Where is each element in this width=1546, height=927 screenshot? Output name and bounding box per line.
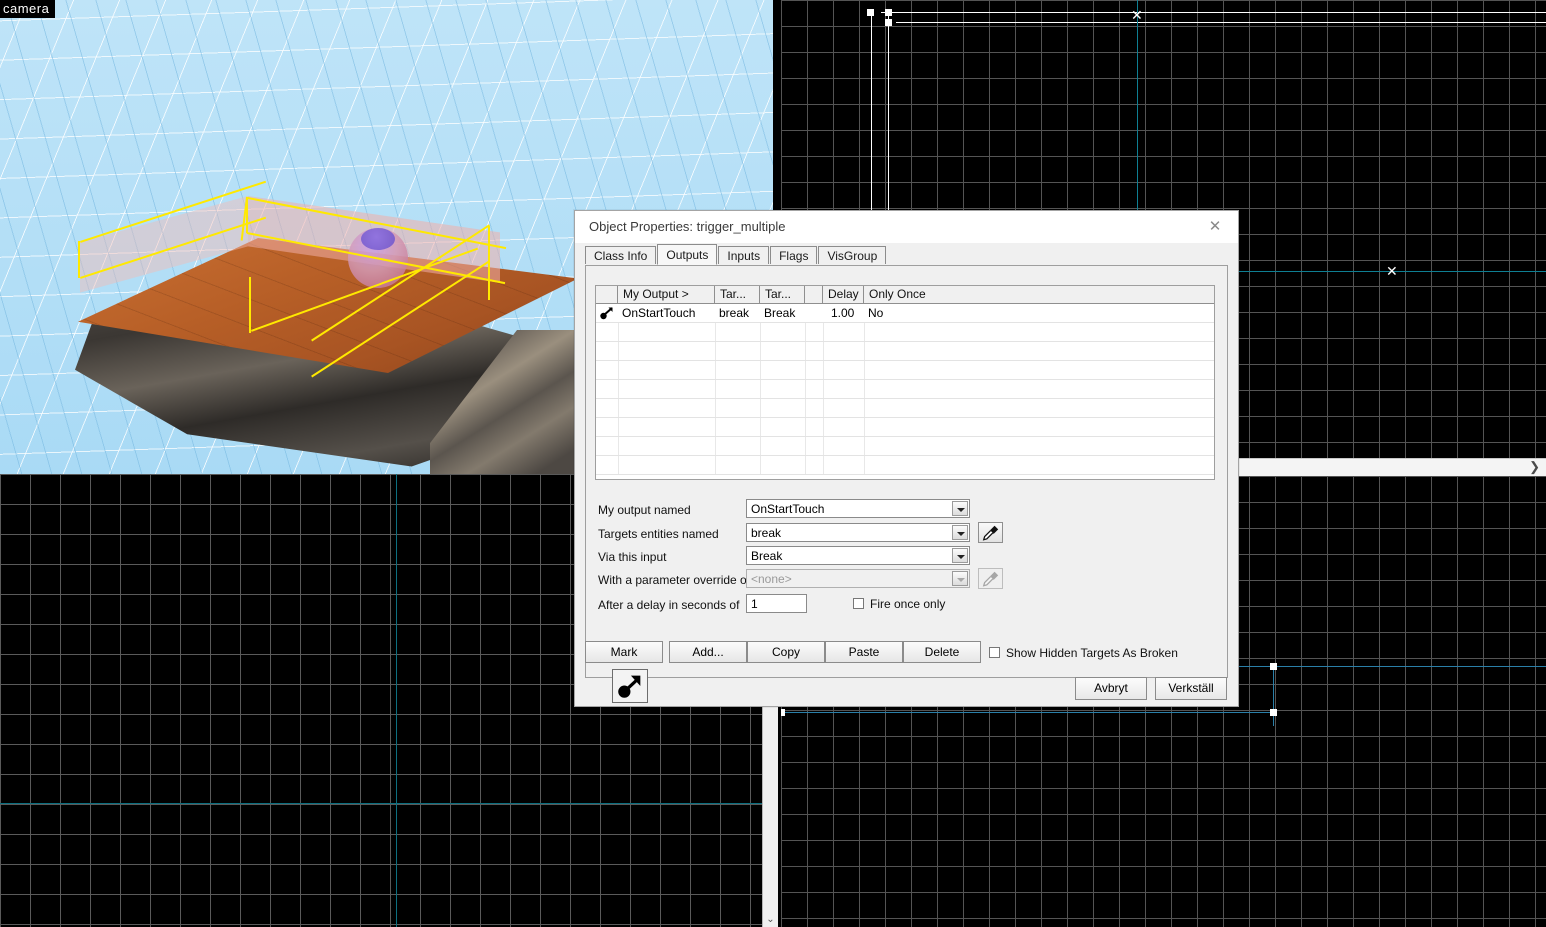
chevron-down-icon[interactable] xyxy=(952,525,968,540)
selection-line-side-bottom xyxy=(781,712,1273,713)
target-entity-value: break xyxy=(751,526,782,540)
table-row[interactable] xyxy=(596,323,1214,342)
tab-outputs[interactable]: Outputs xyxy=(657,244,718,265)
chevron-down-icon[interactable] xyxy=(952,548,968,563)
outputs-table[interactable]: My Output > Tar... Tar... Delay Only Onc… xyxy=(595,285,1215,480)
table-row[interactable] xyxy=(596,342,1214,361)
label-via-this-input: Via this input xyxy=(598,550,667,564)
parameter-override-select[interactable]: <none> xyxy=(746,569,970,588)
cell-my-output: OnStartTouch xyxy=(622,306,696,320)
tab-class-info[interactable]: Class Info xyxy=(585,246,657,264)
tab-visgroup[interactable]: VisGroup xyxy=(818,246,887,264)
target-input-select[interactable]: Break xyxy=(746,546,970,565)
connection-tool-button[interactable] xyxy=(612,669,648,703)
selection-handle[interactable] xyxy=(885,19,892,26)
selection-line-side-vertical xyxy=(1273,666,1274,726)
chevron-right-icon[interactable]: ❯ xyxy=(1529,459,1540,475)
table-row[interactable] xyxy=(596,437,1214,456)
outputs-table-header: My Output > Tar... Tar... Delay Only Onc… xyxy=(596,286,1214,304)
wire-edge-mid xyxy=(246,197,248,233)
parameter-override-value: <none> xyxy=(751,572,792,586)
wire-edge-far xyxy=(488,226,490,262)
target-entity-select[interactable]: break xyxy=(746,523,970,542)
column-header-delay[interactable]: Delay xyxy=(823,286,864,303)
tab-flags[interactable]: Flags xyxy=(770,246,818,264)
cell-target-entity: break xyxy=(719,306,750,320)
selection-line-horizontal-second xyxy=(896,22,1546,23)
column-header-my-output[interactable]: My Output > xyxy=(618,286,715,303)
wire-vertical-drop-left xyxy=(249,277,251,333)
output-name-value: OnStartTouch xyxy=(751,502,825,516)
dialog-title-bar: Object Properties: trigger_multiple ✕ xyxy=(575,211,1238,243)
entity-marker-x-top: ✕ xyxy=(1131,7,1143,23)
prop-sphere-highlight xyxy=(361,228,395,250)
column-header-only-once[interactable]: Only Once xyxy=(864,286,1214,303)
column-header-target-entity[interactable]: Tar... xyxy=(715,286,760,303)
delete-button[interactable]: Delete xyxy=(903,641,981,663)
dialog-title-text: Object Properties: trigger_multiple xyxy=(589,219,786,234)
scroll-down-arrow-icon[interactable]: ⌄ xyxy=(763,915,778,925)
selection-handle[interactable] xyxy=(867,9,874,16)
pick-parameter-button[interactable] xyxy=(978,568,1003,589)
column-header-target-input[interactable]: Tar... xyxy=(760,286,805,303)
dialog-footer: Avbryt Verkställ xyxy=(575,677,1238,706)
chevron-down-icon[interactable] xyxy=(952,501,968,516)
paste-button[interactable]: Paste xyxy=(825,641,903,663)
object-properties-dialog[interactable]: Object Properties: trigger_multiple ✕ Cl… xyxy=(574,210,1239,707)
connection-arrow-icon xyxy=(618,675,641,698)
cancel-button[interactable]: Avbryt xyxy=(1075,677,1147,700)
eyedropper-icon xyxy=(982,525,999,541)
table-row[interactable] xyxy=(596,380,1214,399)
pick-target-entity-button[interactable] xyxy=(978,522,1003,543)
label-fire-once-only: Fire once only xyxy=(870,597,946,611)
output-edit-form: My output named OnStartTouch Targets ent… xyxy=(595,491,1215,629)
viewport-2d-scrollbar[interactable]: ⌄ xyxy=(762,690,778,927)
selection-line-horizontal-top xyxy=(881,12,1546,13)
delay-input[interactable]: 1 xyxy=(746,594,807,613)
selection-handle[interactable] xyxy=(1270,663,1277,670)
output-name-select[interactable]: OnStartTouch xyxy=(746,499,970,518)
column-header-icon[interactable] xyxy=(596,286,618,303)
table-row[interactable] xyxy=(596,361,1214,380)
mark-button[interactable]: Mark xyxy=(585,641,663,663)
label-delay-seconds: After a delay in seconds of xyxy=(598,598,740,612)
copy-button[interactable]: Copy xyxy=(747,641,825,663)
column-header-param[interactable] xyxy=(805,286,823,303)
chevron-down-icon[interactable] xyxy=(952,571,968,586)
table-row[interactable] xyxy=(596,456,1214,475)
selection-handle[interactable] xyxy=(1270,709,1277,716)
label-show-hidden-targets: Show Hidden Targets As Broken xyxy=(1006,646,1178,660)
eyedropper-icon xyxy=(982,571,999,587)
cell-delay: 1.00 xyxy=(831,306,855,320)
apply-button[interactable]: Verkställ xyxy=(1155,677,1227,700)
close-icon[interactable]: ✕ xyxy=(1200,217,1230,237)
cell-target-input: Break xyxy=(764,306,796,320)
cell-only-once: No xyxy=(868,306,884,320)
fire-once-only-checkbox[interactable] xyxy=(853,598,864,609)
selection-handle[interactable] xyxy=(885,9,892,16)
wire-vertical-drop-right xyxy=(488,262,490,300)
label-parameter-override: With a parameter override of xyxy=(598,573,751,587)
outputs-panel: My Output > Tar... Tar... Delay Only Onc… xyxy=(585,265,1228,678)
add-button[interactable]: Add... xyxy=(669,641,747,663)
axis-line-vertical xyxy=(396,474,397,927)
show-hidden-targets-checkbox[interactable] xyxy=(989,647,1000,658)
axis-line-horizontal xyxy=(0,803,762,804)
dialog-tab-strip[interactable]: Class Info Outputs Inputs Flags VisGroup xyxy=(585,244,887,266)
target-input-value: Break xyxy=(751,549,783,563)
delay-input-value: 1 xyxy=(751,597,758,611)
table-row[interactable] xyxy=(596,399,1214,418)
table-row[interactable] xyxy=(596,418,1214,437)
outputs-table-body: OnStartTouch break Break 1.00 No xyxy=(596,304,1214,475)
selection-handle[interactable] xyxy=(781,709,785,716)
entity-marker-x-mid: ✕ xyxy=(1386,263,1398,279)
output-connection-icon xyxy=(600,307,613,320)
label-targets-entities-named: Targets entities named xyxy=(598,527,719,541)
camera-viewport-label: camera xyxy=(0,0,56,18)
wire-edge-left xyxy=(78,241,80,278)
table-row[interactable]: OnStartTouch break Break 1.00 No xyxy=(596,304,1214,323)
tab-inputs[interactable]: Inputs xyxy=(718,246,770,264)
label-my-output-named: My output named xyxy=(598,503,691,517)
